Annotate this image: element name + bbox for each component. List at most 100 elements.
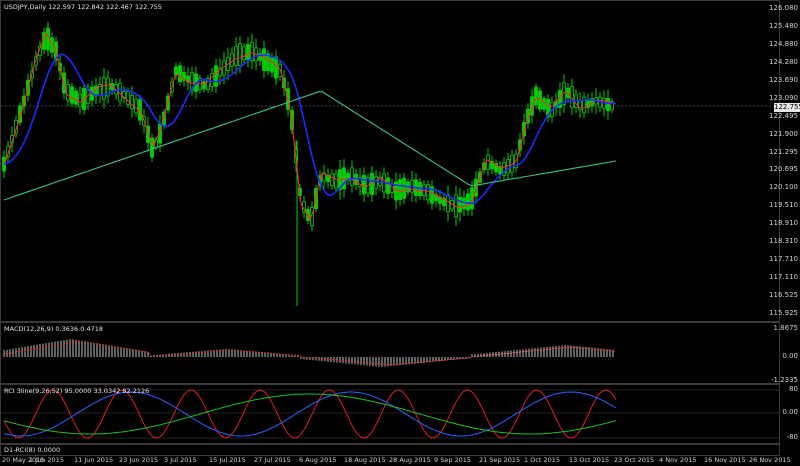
candle [122, 86, 126, 104]
price-level-label: 119.510 [769, 201, 798, 210]
candle [106, 70, 110, 104]
candle [582, 91, 586, 119]
candle [458, 187, 462, 222]
rci-level-bottom: -80 [786, 433, 798, 441]
rci-line [3, 393, 617, 435]
candle [102, 68, 106, 109]
candle [150, 133, 154, 162]
macd-level-zero: 0.00 [782, 352, 798, 360]
candle [182, 66, 186, 87]
candle [118, 78, 122, 106]
candle [78, 86, 82, 115]
candle [362, 167, 366, 202]
price-chart-panel[interactable]: USDJPY,Daily 122.597 122.842 122.467 122… [0, 0, 780, 322]
price-level-label: 121.295 [769, 147, 798, 156]
time-axis-label: 16 Nov 2015 [704, 456, 746, 464]
time-axis-label: 21 Sep 2015 [479, 456, 521, 464]
price-level-label: 120.100 [769, 183, 798, 192]
candle [98, 76, 102, 104]
time-axis-label: 1 Jun 2015 [29, 456, 64, 464]
candle [342, 159, 346, 198]
candle [206, 75, 210, 93]
time-axis-label: 15 Jul 2015 [209, 456, 246, 464]
price-level-label: 121.900 [769, 129, 798, 138]
time-axis-label: 3 Jul 2015 [164, 456, 197, 464]
candle [402, 172, 406, 204]
candle [74, 87, 78, 108]
candle [430, 180, 434, 210]
rci-line [3, 391, 617, 437]
price-level-label: 118.910 [769, 219, 798, 228]
time-axis-label: 27 Jul 2015 [254, 456, 291, 464]
time-axis-label: 18 Aug 2015 [344, 456, 386, 464]
candle [94, 77, 98, 105]
price-chart-header: USDJPY,Daily 122.597 122.842 122.467 122… [4, 3, 162, 11]
candle [386, 172, 390, 200]
time-axis-label: 26 Nov 2015 [749, 456, 791, 464]
candle [346, 168, 350, 186]
candle [258, 48, 262, 66]
rci-level-top: 80 [789, 385, 798, 393]
candle [606, 89, 610, 120]
price-level-label: 125.480 [769, 21, 798, 30]
candle [326, 168, 330, 189]
macd-panel[interactable]: MACD(12,26,9) 0.3636 0.4718 [0, 322, 780, 384]
candle [494, 159, 498, 176]
candle [374, 170, 378, 196]
price-level-label: 126.080 [769, 4, 798, 12]
candle [350, 160, 354, 193]
macd-level-bottom: -1.2335 [770, 376, 798, 384]
time-axis-label: 23 Oct 2015 [614, 456, 655, 464]
macd-axis: 1.8675 0.00 -1.2335 [771, 322, 800, 384]
price-chart [1, 21, 779, 306]
price-level-label: 115.925 [769, 309, 798, 317]
rci-axis: 80 0.00 -80 [780, 384, 800, 444]
d1-rci-panel[interactable]: D1-RCI(8) 0.0000 [0, 444, 780, 456]
price-level-label: 117.710 [769, 255, 798, 264]
macd-histogram [3, 339, 617, 367]
d1-rci-header: D1-RCI(8) 0.0000 [4, 446, 61, 454]
macd-level-top: 1.8675 [773, 324, 799, 332]
candle [542, 95, 546, 113]
rci-header: RCI 3line(9,26,52) 95.0000 33.0342 82.21… [4, 387, 150, 395]
candle [66, 78, 70, 106]
candle [358, 168, 362, 196]
price-level-label: 118.310 [769, 237, 798, 246]
rci-panel[interactable]: RCI 3line(9,26,52) 95.0000 33.0342 82.21… [0, 384, 780, 444]
price-level-label: 120.695 [769, 165, 798, 174]
price-level-label: 124.280 [769, 57, 798, 66]
macd-signal-line [3, 340, 617, 366]
candle [214, 59, 218, 93]
candle [586, 93, 590, 114]
time-axis: 20 May 2015 1 Jun 2015 11 Jun 2015 23 Jun 2… [0, 456, 791, 466]
time-axis-label: 4 Nov 2015 [659, 456, 697, 464]
time-axis-label: 28 Aug 2015 [389, 456, 431, 464]
candle [330, 169, 334, 191]
candle [274, 50, 278, 85]
rci-line [3, 389, 617, 439]
time-axis-label: 23 Jun 2015 [119, 456, 159, 464]
candle [578, 92, 582, 118]
price-level-label: 123.090 [769, 93, 798, 102]
candle [502, 157, 506, 181]
candle [534, 83, 538, 109]
candle [334, 169, 338, 193]
time-axis-label: 13 Oct 2015 [569, 456, 610, 464]
candle [70, 82, 74, 108]
candle [250, 34, 254, 70]
price-level-label: 124.880 [769, 39, 798, 48]
candle [466, 188, 470, 216]
candle [178, 62, 182, 86]
candle [242, 43, 246, 64]
last-price-tag: 122.755 [774, 103, 800, 112]
candle [262, 41, 266, 79]
rci-level-zero: 0.00 [782, 408, 798, 416]
candle [442, 193, 446, 211]
time-axis-label: 1 Oct 2015 [524, 456, 561, 464]
candle [490, 155, 494, 175]
candle [186, 67, 190, 91]
candle [230, 47, 234, 73]
price-level-label: 122.495 [769, 111, 798, 120]
price-axis: 126.080 125.480 124.880 124.280 123.690 123.0… [769, 0, 800, 322]
macd-header: MACD(12,26,9) 0.3636 0.4718 [4, 325, 103, 333]
